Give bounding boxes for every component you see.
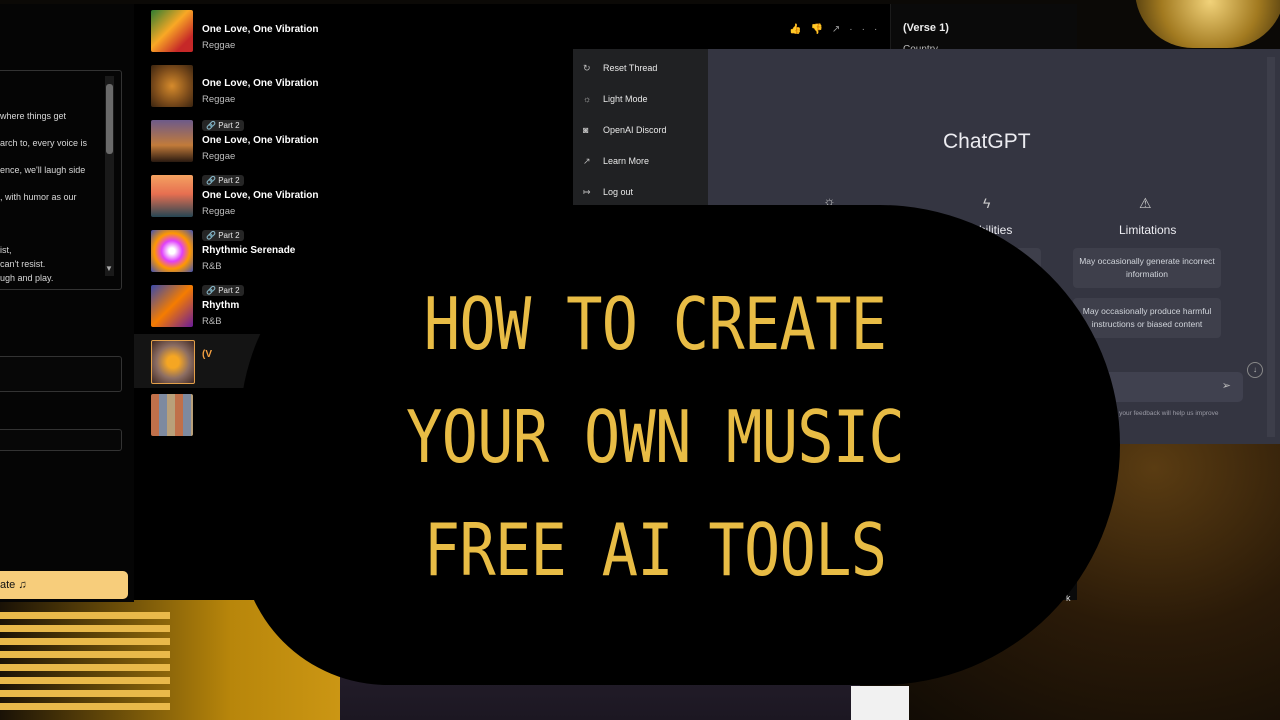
part-label: Part 2 bbox=[218, 231, 240, 240]
sun-icon: ☼ bbox=[583, 94, 592, 104]
song-title: (V bbox=[202, 349, 212, 360]
scroll-down-icon[interactable]: ▼ bbox=[105, 264, 113, 273]
menu-label: Learn More bbox=[603, 156, 650, 166]
scroll-down-icon[interactable]: ↓ bbox=[1247, 362, 1263, 378]
lightning-icon: ϟ bbox=[983, 195, 991, 211]
song-genre: Reggae bbox=[202, 40, 236, 51]
list-item[interactable]: One Love, One Vibration Reggae bbox=[151, 65, 551, 111]
song-title: Rhythm bbox=[202, 300, 240, 311]
song-title: One Love, One Vibration bbox=[202, 135, 319, 146]
lyric-line: ence, we'll laugh side bbox=[0, 165, 86, 175]
song-cover bbox=[151, 175, 193, 217]
song-title: One Love, One Vibration bbox=[202, 190, 319, 201]
warning-icon: ⚠ bbox=[1139, 195, 1152, 211]
headline-line: FREE AI TOOLS bbox=[423, 508, 887, 592]
menu-label: OpenAI Discord bbox=[603, 125, 667, 135]
decorative-stripes bbox=[0, 612, 170, 720]
reset-icon: ↻ bbox=[583, 63, 591, 73]
discord-icon: ◙ bbox=[583, 125, 589, 135]
part-badge: 🔗 Part 2 bbox=[202, 285, 244, 296]
song-cover bbox=[151, 230, 193, 272]
menu-openai-discord[interactable]: ◙ OpenAI Discord bbox=[583, 125, 667, 135]
create-button[interactable]: ate ♫ bbox=[0, 571, 128, 599]
limitation-card: May occasionally generate incorrect info… bbox=[1073, 248, 1221, 288]
song-genre: Reggae bbox=[202, 94, 236, 105]
verse-heading: (Verse 1) bbox=[903, 22, 949, 34]
part-label: Part 2 bbox=[218, 176, 240, 185]
part-label: Part 2 bbox=[218, 286, 240, 295]
share-icon[interactable]: ↗ bbox=[832, 24, 849, 35]
menu-label: Reset Thread bbox=[603, 63, 658, 73]
headline: HOW TO CREATE YOUR OWN MUSIC FREE AI TOO… bbox=[319, 268, 991, 607]
song-cover bbox=[151, 340, 195, 384]
part-label: Part 2 bbox=[218, 121, 240, 130]
limitations-heading: Limitations bbox=[1119, 223, 1177, 237]
lyrics-textarea[interactable]: where things get arch to, every voice is… bbox=[0, 70, 122, 290]
song-cover bbox=[151, 10, 193, 52]
song-cover bbox=[151, 285, 193, 327]
more-icon[interactable]: ··· bbox=[849, 24, 886, 35]
background-disco-ball bbox=[1135, 0, 1280, 48]
lyric-line: arch to, every voice is bbox=[0, 138, 88, 148]
song-genre: R&B bbox=[202, 261, 222, 272]
song-actions: 👍👎↗··· bbox=[789, 24, 886, 35]
menu-label: Light Mode bbox=[603, 94, 648, 104]
chat-scrollbar[interactable] bbox=[1267, 57, 1275, 437]
menu-log-out[interactable]: ↦ Log out bbox=[583, 187, 633, 198]
menu-light-mode[interactable]: ☼ Light Mode bbox=[583, 94, 648, 104]
lyric-line: where things get bbox=[0, 111, 67, 121]
song-title: One Love, One Vibration bbox=[202, 78, 319, 89]
song-genre: R&B bbox=[202, 316, 222, 327]
chatgpt-sidebar: ↻ Reset Thread ☼ Light Mode ◙ OpenAI Discor… bbox=[573, 49, 708, 205]
song-cover bbox=[151, 394, 193, 436]
part-badge: 🔗 Part 2 bbox=[202, 230, 244, 241]
list-item[interactable]: 🔗 Part 2 One Love, One Vibration Reggae bbox=[151, 120, 551, 166]
style-input[interactable] bbox=[0, 356, 122, 392]
chatgpt-title: ChatGPT bbox=[943, 130, 1031, 153]
lyric-line: can't resist. bbox=[0, 259, 46, 269]
title-input[interactable] bbox=[0, 429, 122, 451]
menu-learn-more[interactable]: ↗ Learn More bbox=[583, 156, 649, 167]
thumbs-down-icon[interactable]: 👎 bbox=[810, 24, 831, 35]
limitation-card: May occasionally produce harmful instruc… bbox=[1073, 298, 1221, 338]
song-genre: Reggae bbox=[202, 151, 236, 162]
lyric-line: ist, bbox=[0, 245, 12, 255]
song-cover bbox=[151, 120, 193, 162]
send-icon[interactable]: ➢ bbox=[1222, 379, 1231, 392]
lyric-line: , with humor as our bbox=[0, 192, 77, 202]
headline-line: HOW TO CREATE bbox=[423, 282, 887, 366]
create-panel: where things get arch to, every voice is… bbox=[0, 4, 134, 602]
menu-label: Log out bbox=[603, 187, 634, 197]
background-sheet-card bbox=[851, 686, 909, 720]
song-genre: Reggae bbox=[202, 206, 236, 217]
song-title: Rhythmic Serenade bbox=[202, 245, 296, 256]
part-badge: 🔗 Part 2 bbox=[202, 120, 244, 131]
song-title: One Love, One Vibration bbox=[202, 24, 319, 35]
external-link-icon: ↗ bbox=[583, 156, 591, 166]
headline-line: YOUR OWN MUSIC bbox=[405, 395, 905, 479]
part-badge: 🔗 Part 2 bbox=[202, 175, 244, 186]
list-item[interactable]: One Love, One Vibration Reggae bbox=[151, 10, 551, 56]
lyrics-scroll-thumb[interactable] bbox=[106, 84, 113, 154]
song-cover bbox=[151, 65, 193, 107]
thumbs-up-icon[interactable]: 👍 bbox=[789, 24, 810, 35]
menu-reset-thread[interactable]: ↻ Reset Thread bbox=[583, 63, 657, 74]
logout-icon: ↦ bbox=[583, 187, 591, 197]
lyric-line: ugh and play. bbox=[0, 273, 54, 283]
